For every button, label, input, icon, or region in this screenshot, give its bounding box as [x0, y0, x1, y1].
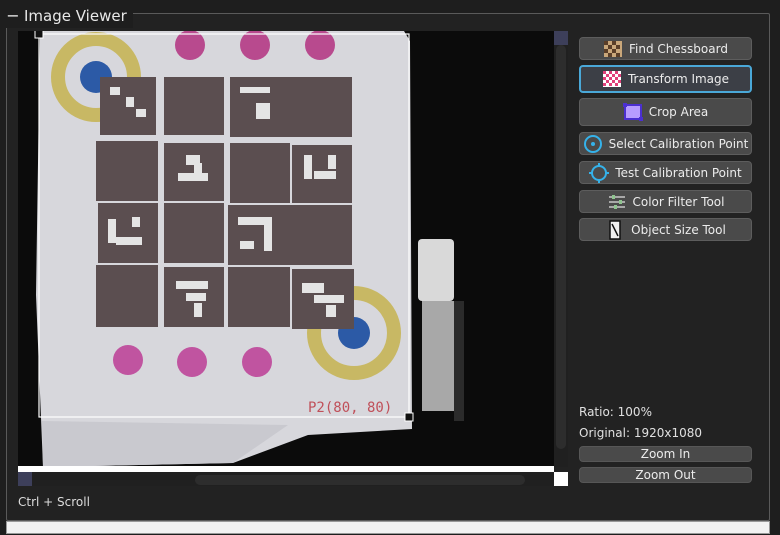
- color-filter-tool-label: Color Filter Tool: [632, 194, 725, 209]
- scroll-up-arrow[interactable]: [554, 31, 568, 45]
- test-calibration-point-label: Test Calibration Point: [615, 165, 742, 180]
- find-chessboard-button[interactable]: Find Chessboard: [579, 37, 752, 60]
- zoom-in-button[interactable]: Zoom In: [579, 446, 752, 462]
- camera-image: P2(80, 80): [18, 31, 554, 467]
- transform-image-button[interactable]: Transform Image: [579, 65, 752, 93]
- select-calibration-point-button[interactable]: Select Calibration Point: [579, 132, 752, 155]
- crosshair-circle-icon: [589, 162, 610, 183]
- scroll-corner: [554, 472, 568, 486]
- original-size-text: Original: 1920x1080: [579, 426, 702, 440]
- collapse-icon[interactable]: −: [6, 8, 20, 24]
- find-chessboard-label: Find Chessboard: [629, 41, 728, 56]
- crop-area-label: Crop Area: [648, 105, 709, 119]
- test-calibration-point-button[interactable]: Test Calibration Point: [579, 161, 752, 184]
- color-filter-tool-button[interactable]: Color Filter Tool: [579, 190, 752, 213]
- object-size-tool-button[interactable]: Object Size Tool: [579, 218, 752, 241]
- zoom-hint: Ctrl + Scroll: [18, 495, 90, 509]
- object-size-tool-label: Object Size Tool: [631, 222, 726, 237]
- horizontal-scrollbar[interactable]: [18, 472, 554, 486]
- panel-header[interactable]: − Image Viewer: [4, 4, 133, 28]
- crop-icon: [622, 102, 643, 122]
- point-label: P2(80, 80): [308, 400, 392, 416]
- select-calibration-point-label: Select Calibration Point: [608, 136, 749, 151]
- image-canvas[interactable]: P2(80, 80): [18, 31, 554, 467]
- sliders-icon: [607, 192, 627, 212]
- zoom-out-button[interactable]: Zoom Out: [579, 467, 752, 483]
- ratio-text: Ratio: 100%: [579, 405, 652, 419]
- crop-area-button[interactable]: Crop Area: [579, 98, 752, 126]
- horizontal-scroll-thumb[interactable]: [195, 475, 525, 485]
- target-icon: [583, 134, 603, 154]
- vertical-scroll-thumb[interactable]: [556, 45, 566, 449]
- checker-pink-icon: [602, 69, 622, 89]
- transform-image-label: Transform Image: [627, 72, 730, 86]
- scroll-left-arrow[interactable]: [18, 472, 32, 486]
- ruler-icon: [605, 219, 625, 240]
- panel-title: Image Viewer: [24, 7, 127, 25]
- chessboard-icon: [603, 39, 623, 59]
- status-bar: [6, 521, 770, 534]
- vertical-scrollbar[interactable]: [554, 31, 568, 467]
